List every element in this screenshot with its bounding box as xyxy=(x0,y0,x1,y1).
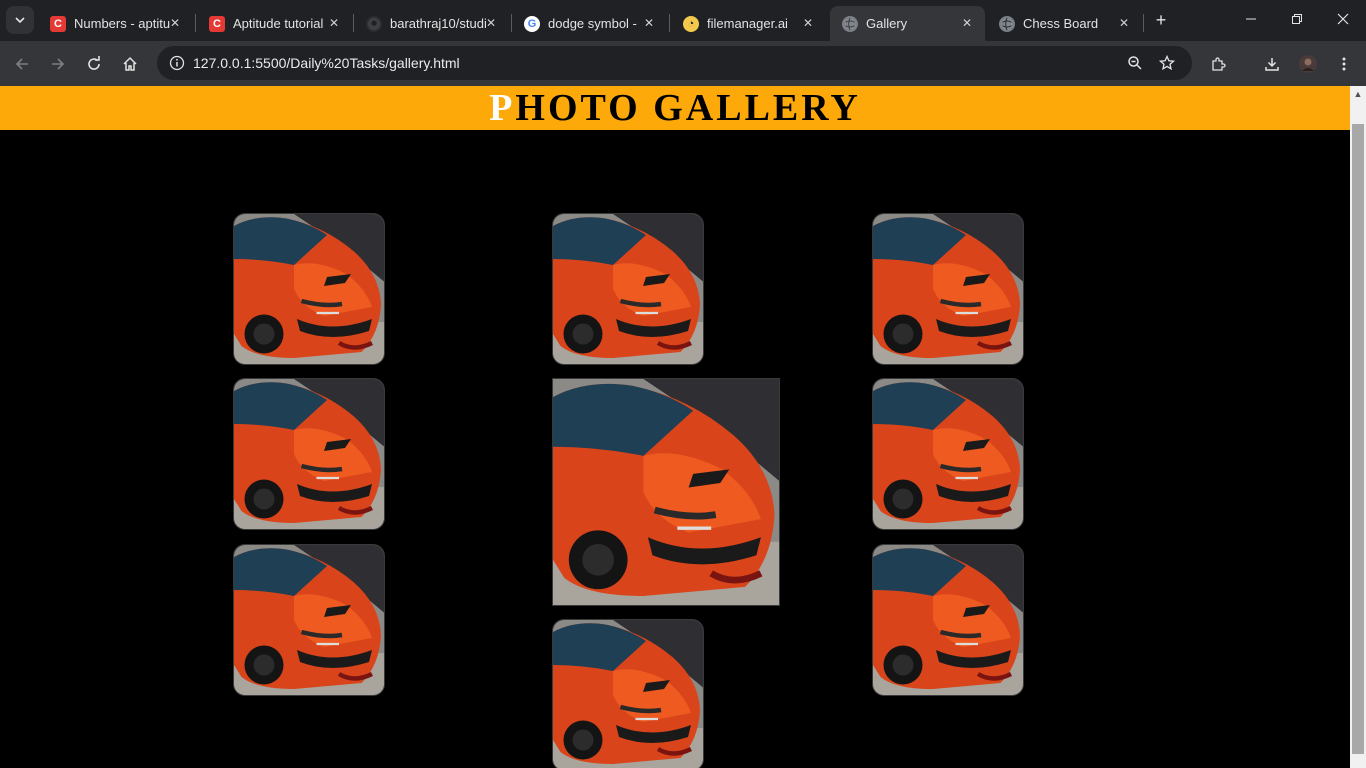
c-logo-icon: C xyxy=(209,15,225,32)
puzzle-icon xyxy=(1212,57,1226,71)
globe-icon xyxy=(842,15,858,32)
tab-title: dodge symbol - xyxy=(548,16,637,31)
close-icon[interactable]: ✕ xyxy=(800,15,816,31)
tab-github[interactable]: barathraj10/studi ✕ xyxy=(354,6,509,41)
car-illustration xyxy=(234,545,384,695)
tab-gallery[interactable]: Gallery ✕ xyxy=(830,6,985,41)
page-title-first-letter: P xyxy=(489,87,516,129)
back-button[interactable] xyxy=(8,50,36,78)
tab-title: Aptitude tutorial xyxy=(233,16,324,31)
browser-toolbar: 127.0.0.1:5500/Daily%20Tasks/gallery.htm… xyxy=(0,41,1366,86)
tab-title: Numbers - aptitude xyxy=(74,16,170,31)
star-icon xyxy=(1159,55,1175,71)
close-icon[interactable]: ✕ xyxy=(483,15,499,31)
close-icon[interactable]: ✕ xyxy=(1116,15,1132,31)
home-button[interactable] xyxy=(116,50,144,78)
chevron-down-icon xyxy=(15,17,25,24)
minimize-button[interactable] xyxy=(1239,8,1263,32)
close-icon[interactable]: ✕ xyxy=(167,15,183,31)
tab-separator xyxy=(1143,14,1144,32)
tab-chess-board[interactable]: Chess Board ✕ xyxy=(987,6,1142,41)
tab-separator xyxy=(669,14,670,32)
downloads-button[interactable] xyxy=(1258,50,1286,78)
gallery-header: PHOTO GALLERY xyxy=(0,86,1350,130)
tab-title: Chess Board xyxy=(1023,16,1099,31)
scroll-up-arrow-icon[interactable]: ▲ xyxy=(1350,86,1366,102)
gallery-photo-4[interactable] xyxy=(233,378,385,530)
page-title-rest: HOTO GALLERY xyxy=(515,87,861,129)
close-icon[interactable]: ✕ xyxy=(326,15,342,31)
minimize-icon xyxy=(1246,18,1256,20)
tab-search-button[interactable] xyxy=(6,6,34,34)
gallery-photo-9[interactable] xyxy=(552,619,704,768)
gallery-photo-3[interactable] xyxy=(872,213,1024,365)
new-tab-button[interactable]: + xyxy=(1151,10,1171,30)
github-icon xyxy=(366,15,382,32)
tab-dodge-symbol[interactable]: G dodge symbol - ✕ xyxy=(512,6,667,41)
tab-filemanager[interactable]: ◔ filemanager.ai ✕ xyxy=(671,6,826,41)
restore-icon xyxy=(1292,14,1302,24)
profile-avatar-button[interactable] xyxy=(1294,50,1322,78)
home-icon xyxy=(123,56,137,71)
tab-title: Gallery xyxy=(866,16,908,31)
gallery-photo-8[interactable] xyxy=(872,544,1024,696)
page-title: PHOTO GALLERY xyxy=(0,86,1350,130)
car-illustration xyxy=(234,214,384,364)
filemanager-icon: ◔ xyxy=(683,15,699,32)
reload-button[interactable] xyxy=(80,50,108,78)
more-vertical-icon xyxy=(1342,57,1346,71)
car-illustration xyxy=(873,214,1023,364)
gallery-photo-1[interactable] xyxy=(233,213,385,365)
car-illustration xyxy=(553,379,779,605)
globe-icon xyxy=(999,15,1015,32)
car-illustration xyxy=(553,214,703,364)
close-icon[interactable]: ✕ xyxy=(641,15,657,31)
vertical-scrollbar[interactable]: ▲ xyxy=(1350,86,1366,768)
restore-button[interactable] xyxy=(1285,8,1309,32)
zoom-out-icon xyxy=(1128,56,1142,70)
download-icon xyxy=(1265,58,1279,71)
gallery-photo-2[interactable] xyxy=(552,213,704,365)
scrollbar-thumb[interactable] xyxy=(1352,124,1364,754)
car-illustration xyxy=(234,379,384,529)
zoom-button[interactable] xyxy=(1123,51,1147,75)
c-logo-icon: C xyxy=(50,15,66,32)
reload-icon xyxy=(88,56,100,70)
close-icon xyxy=(1337,13,1349,25)
site-info-button[interactable] xyxy=(165,51,189,75)
close-window-button[interactable] xyxy=(1331,8,1355,32)
arrow-left-icon xyxy=(15,58,28,70)
tab-title: barathraj10/studi xyxy=(390,16,486,31)
tab-strip: C Numbers - aptitude ✕ C Aptitude tutori… xyxy=(0,0,1366,41)
avatar xyxy=(1299,55,1317,73)
car-illustration xyxy=(873,545,1023,695)
tab-title: filemanager.ai xyxy=(707,16,788,31)
forward-button[interactable] xyxy=(44,50,72,78)
close-icon[interactable]: ✕ xyxy=(959,15,975,31)
google-icon: G xyxy=(524,15,540,32)
info-icon xyxy=(169,55,185,71)
car-illustration xyxy=(553,620,703,768)
gallery-photo-5-enlarged[interactable] xyxy=(552,378,780,606)
arrow-right-icon xyxy=(52,58,65,70)
tab-separator xyxy=(195,14,196,32)
page-viewport: PHOTO GALLERY xyxy=(0,86,1350,768)
car-illustration xyxy=(873,379,1023,529)
gallery-photo-6[interactable] xyxy=(872,378,1024,530)
url-text[interactable]: 127.0.0.1:5500/Daily%20Tasks/gallery.htm… xyxy=(193,55,460,71)
bookmark-button[interactable] xyxy=(1155,51,1179,75)
gallery-photo-7[interactable] xyxy=(233,544,385,696)
tab-numbers-aptitude[interactable]: C Numbers - aptitude ✕ xyxy=(38,6,193,41)
browser-menu-button[interactable] xyxy=(1330,50,1358,78)
extensions-button[interactable] xyxy=(1204,50,1232,78)
tab-aptitude-tutorial[interactable]: C Aptitude tutorial ✕ xyxy=(197,6,352,41)
address-bar[interactable]: 127.0.0.1:5500/Daily%20Tasks/gallery.htm… xyxy=(157,46,1192,80)
